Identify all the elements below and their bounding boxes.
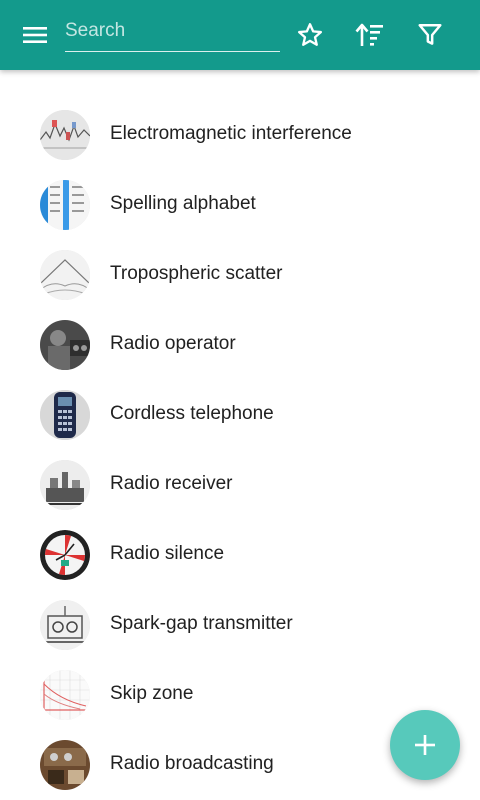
menu-icon [23, 27, 47, 43]
search-field [65, 14, 280, 52]
item-thumbnail [40, 390, 90, 440]
item-label: Radio broadcasting [110, 753, 274, 774]
item-thumbnail [40, 250, 90, 300]
list-item[interactable]: Spark-gap transmitter [0, 590, 480, 660]
list-item[interactable]: Radio receiver [0, 450, 480, 520]
item-thumbnail [40, 110, 90, 160]
article-list: Electromagnetic interference Spelling al… [0, 100, 480, 800]
item-thumbnail [40, 460, 90, 510]
item-thumbnail [40, 670, 90, 720]
app-screen: Electromagnetic interference S [0, 0, 480, 800]
add-fab-button[interactable] [390, 710, 460, 780]
list-item[interactable]: Spelling alphabet [0, 170, 480, 240]
filter-icon [418, 24, 442, 45]
item-label: Radio silence [110, 543, 225, 564]
sort-icon [355, 23, 383, 46]
list-item[interactable]: Tropospheric scatter [0, 240, 480, 310]
item-label: Radio operator [110, 333, 236, 354]
filter-button[interactable] [410, 15, 450, 55]
item-thumbnail [40, 320, 90, 370]
list-item[interactable]: Radio operator [0, 310, 480, 380]
star-outline-icon [297, 23, 323, 46]
item-thumbnail [40, 180, 90, 230]
item-label: Spark-gap transmitter [110, 613, 293, 634]
item-label: Radio receiver [110, 473, 233, 494]
plus-icon [415, 735, 435, 755]
sort-button[interactable] [350, 15, 390, 55]
item-label: Spelling alphabet [110, 193, 256, 214]
list-item[interactable]: Cordless telephone [0, 380, 480, 450]
item-label: Skip zone [110, 683, 194, 704]
item-thumbnail [40, 740, 90, 790]
item-label: Tropospheric scatter [110, 263, 283, 284]
list-item[interactable]: Radio silence [0, 520, 480, 590]
item-thumbnail [40, 530, 90, 580]
item-label: Electromagnetic interference [110, 123, 352, 144]
item-thumbnail [40, 600, 90, 650]
item-label: Cordless telephone [110, 403, 274, 424]
list-item[interactable]: Electromagnetic interference [0, 100, 480, 170]
menu-button[interactable] [15, 15, 55, 55]
search-input[interactable] [65, 14, 280, 48]
favorites-button[interactable] [290, 15, 330, 55]
top-app-bar [0, 0, 480, 70]
